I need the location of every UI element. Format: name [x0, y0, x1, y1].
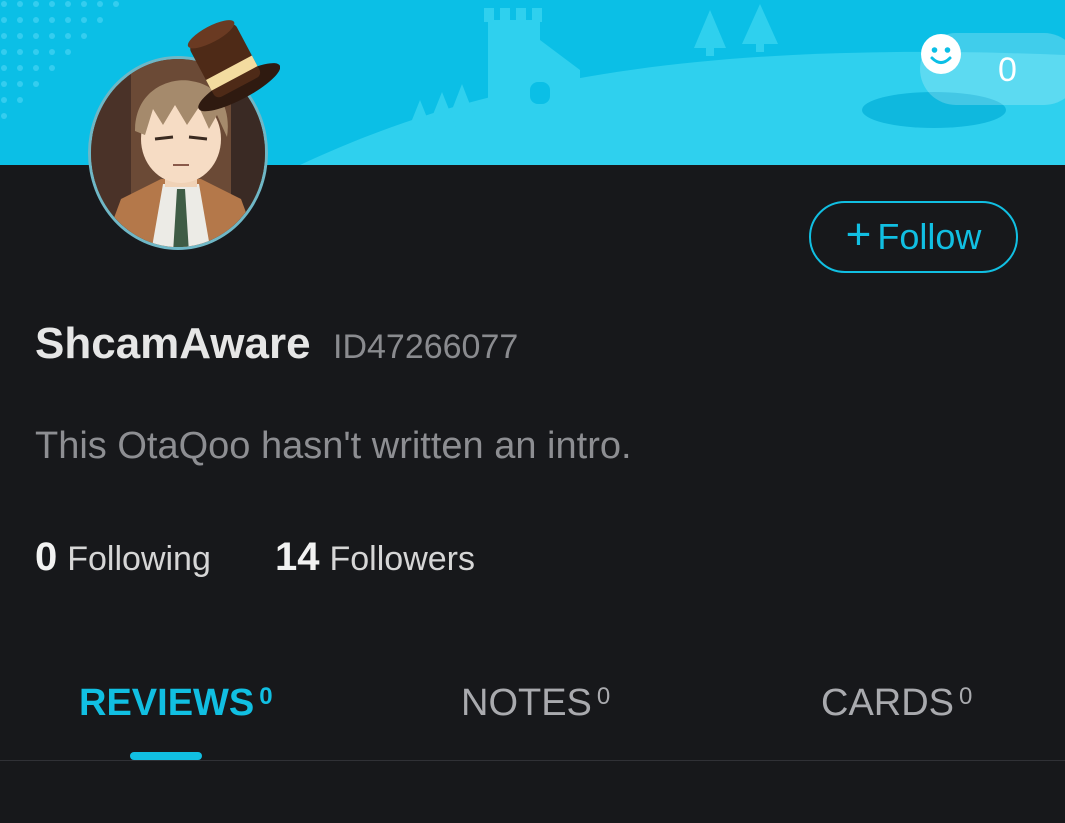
tab-reviews-label: REVIEWS	[79, 682, 255, 724]
followers-label: Followers	[329, 540, 475, 578]
profile-page: 0 + Follow ShcamAware ID47266077 This Ot…	[0, 0, 1065, 823]
plus-icon: +	[845, 210, 872, 259]
following-label: Following	[67, 540, 211, 578]
user-id: ID47266077	[333, 328, 519, 366]
like-badge[interactable]: 0	[920, 33, 1065, 105]
avatar-container[interactable]	[88, 16, 280, 252]
profile-intro: This OtaQoo hasn't written an intro.	[35, 425, 632, 467]
follow-label: Follow	[877, 216, 982, 257]
tab-reviews[interactable]: REVIEWS 0	[79, 680, 273, 726]
tab-notes[interactable]: NOTES 0	[461, 680, 610, 726]
tab-cards[interactable]: CARDS 0	[821, 680, 972, 726]
smiley-icon	[921, 34, 961, 74]
top-hat-icon	[187, 20, 280, 112]
tab-cards-label: CARDS	[821, 682, 955, 724]
tab-notes-label: NOTES	[461, 682, 592, 724]
tab-reviews-count: 0	[259, 683, 273, 710]
profile-tabs: REVIEWS 0 NOTES 0 CARDS 0	[0, 660, 1065, 760]
active-tab-indicator	[130, 752, 202, 760]
username: ShcamAware	[35, 319, 311, 368]
tabs-divider	[0, 760, 1065, 761]
followers-count: 14	[275, 535, 320, 579]
tab-notes-count: 0	[596, 683, 611, 710]
like-count: 0	[998, 51, 1017, 89]
tab-cards-count: 0	[959, 683, 973, 710]
following-stat[interactable]: 0 Following	[35, 535, 211, 580]
followers-stat[interactable]: 14 Followers	[275, 535, 475, 580]
follow-button[interactable]: + Follow	[809, 201, 1018, 273]
following-count: 0	[35, 535, 58, 579]
